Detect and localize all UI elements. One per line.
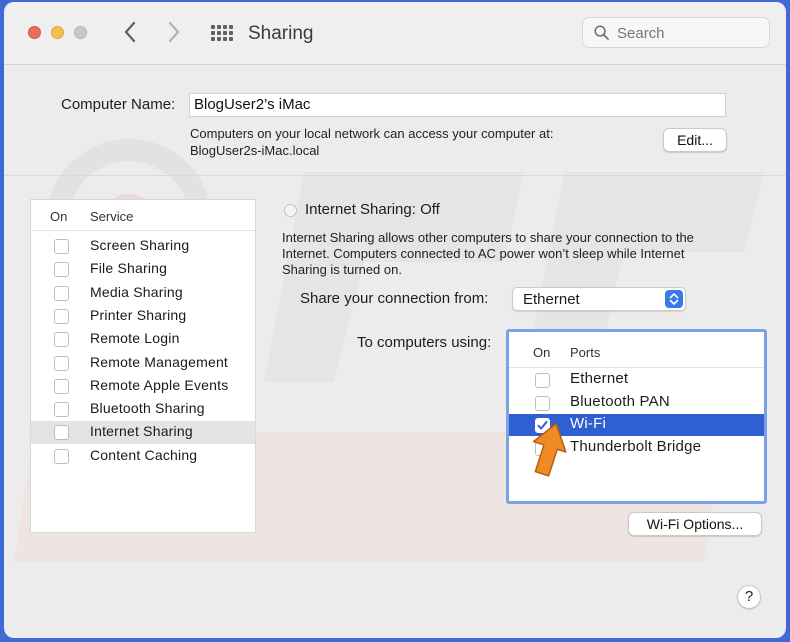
port-label: Bluetooth PAN — [570, 392, 670, 410]
orange-pointer-arrow-icon — [532, 422, 567, 477]
internet-sharing-description-2: Internet. Computers connected to AC powe… — [282, 246, 685, 261]
service-row-internet-sharing[interactable]: Internet Sharing — [31, 421, 255, 445]
service-row-media-sharing[interactable]: Media Sharing — [31, 282, 255, 305]
header-service: Service — [90, 209, 134, 224]
title-bar: Sharing — [4, 2, 786, 65]
service-row-remote-apple-events[interactable]: Remote Apple Events — [31, 375, 255, 398]
ports-header-ports: Ports — [570, 345, 601, 360]
port-row-ethernet[interactable]: Ethernet — [509, 369, 764, 391]
ports-header-on: On — [533, 345, 551, 360]
service-checkbox[interactable] — [54, 262, 69, 278]
service-label: Printer Sharing — [90, 306, 187, 323]
service-label: File Sharing — [90, 260, 168, 277]
header-on: On — [50, 209, 68, 224]
service-checkbox[interactable] — [54, 448, 69, 464]
service-label: Screen Sharing — [90, 237, 190, 253]
service-row-bluetooth-sharing[interactable]: Bluetooth Sharing — [31, 398, 255, 421]
service-checkbox[interactable] — [54, 355, 69, 371]
service-checkbox[interactable] — [54, 425, 69, 441]
port-checkbox[interactable] — [535, 373, 550, 388]
internet-sharing-description-1: Internet Sharing allows other computers … — [282, 230, 694, 245]
chevron-right-icon[interactable] — [166, 20, 182, 44]
service-checkbox[interactable] — [54, 285, 69, 301]
internet-sharing-description-3: Sharing is turned on. — [282, 262, 402, 277]
port-label: Ethernet — [570, 370, 629, 387]
services-list: On Service Screen Sharing File Sharing Med… — [30, 199, 256, 533]
updown-arrows-icon — [665, 290, 683, 308]
show-all-grid-icon[interactable] — [211, 25, 233, 42]
divider — [4, 175, 786, 176]
service-checkbox[interactable] — [54, 308, 69, 324]
window-title: Sharing — [248, 23, 314, 44]
computer-name-label: Computer Name: — [61, 96, 176, 113]
wifi-options-button[interactable]: Wi-Fi Options... — [628, 512, 762, 536]
share-from-popup[interactable]: Ethernet — [512, 287, 686, 311]
service-checkbox[interactable] — [54, 332, 69, 348]
search-input[interactable] — [617, 23, 757, 43]
service-row-screen-sharing[interactable]: Screen Sharing — [31, 235, 255, 258]
service-checkbox[interactable] — [54, 402, 69, 418]
internet-sharing-status-radio — [284, 204, 297, 217]
service-label: Remote Management — [90, 353, 229, 370]
service-label: Content Caching — [90, 446, 198, 463]
service-label: Remote Apple Events — [90, 376, 229, 393]
ports-list-header: On Ports — [509, 332, 764, 368]
minimize-window-button[interactable] — [51, 26, 64, 39]
service-label: Media Sharing — [90, 283, 183, 300]
internet-sharing-status: Internet Sharing: Off — [305, 201, 440, 218]
service-row-printer-sharing[interactable]: Printer Sharing — [31, 305, 255, 328]
service-checkbox[interactable] — [54, 378, 69, 394]
close-window-button[interactable] — [28, 26, 41, 39]
local-hostname: BlogUser2s-iMac.local — [190, 143, 320, 158]
service-row-remote-login[interactable]: Remote Login — [31, 328, 255, 351]
service-row-file-sharing[interactable]: File Sharing — [31, 258, 255, 281]
port-row-bluetooth-pan[interactable]: Bluetooth PAN — [509, 392, 764, 414]
chevron-left-icon[interactable] — [122, 20, 138, 44]
zoom-window-button[interactable] — [74, 26, 87, 39]
to-computers-label: To computers using: — [357, 334, 492, 351]
edit-button[interactable]: Edit... — [663, 128, 727, 152]
service-checkbox[interactable] — [54, 239, 69, 254]
search-field[interactable] — [582, 17, 770, 48]
search-icon — [594, 25, 609, 40]
share-from-value: Ethernet — [523, 291, 580, 308]
service-row-remote-management[interactable]: Remote Management — [31, 352, 255, 375]
help-button[interactable]: ? — [737, 585, 761, 609]
share-from-label: Share your connection from: — [300, 290, 489, 307]
port-checkbox[interactable] — [535, 395, 550, 411]
preferences-window: Sharing Computer Name: BlogUser2’s iMac … — [4, 2, 786, 638]
service-label: Internet Sharing — [90, 423, 193, 440]
service-label: Bluetooth Sharing — [90, 400, 205, 417]
local-network-note: Computers on your local network can acce… — [190, 126, 554, 141]
port-label: Thunderbolt Bridge — [570, 437, 702, 455]
computer-name-field[interactable]: BlogUser2’s iMac — [189, 93, 726, 117]
service-label: Remote Login — [90, 330, 180, 347]
services-list-header: On Service — [31, 200, 255, 231]
service-row-content-caching[interactable]: Content Caching — [31, 445, 255, 468]
